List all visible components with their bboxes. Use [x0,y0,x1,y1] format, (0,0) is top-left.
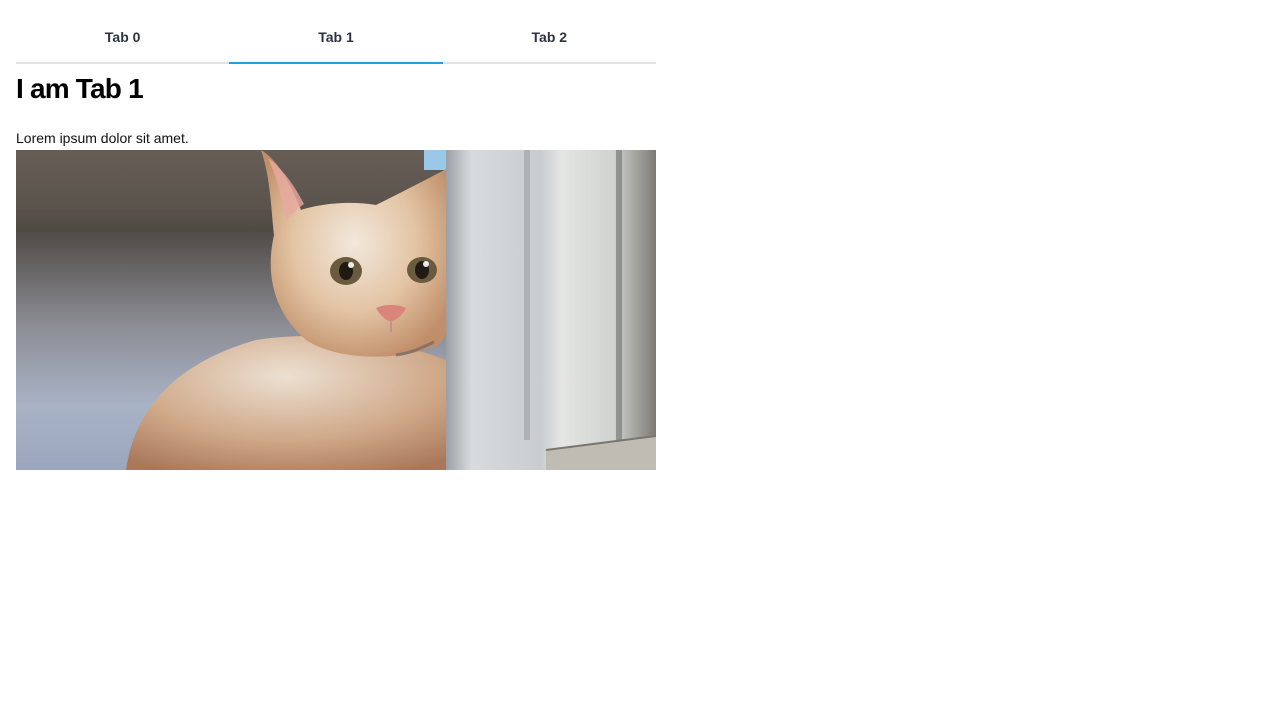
tabs-widget: Tab 0 Tab 1 Tab 2 I am Tab 1 Lorem ipsum… [16,12,656,470]
kitten-image [16,150,656,470]
panel-title: I am Tab 1 [16,73,144,104]
tab-panel: I am Tab 1 Lorem ipsum dolor sit amet. [16,64,656,470]
panel-text: Lorem ipsum dolor sit amet. [16,130,189,146]
tab-1[interactable]: Tab 1 [229,12,443,64]
tab-0[interactable]: Tab 0 [16,12,229,62]
tab-bar: Tab 0 Tab 1 Tab 2 [16,12,656,64]
tab-2[interactable]: Tab 2 [443,12,656,62]
